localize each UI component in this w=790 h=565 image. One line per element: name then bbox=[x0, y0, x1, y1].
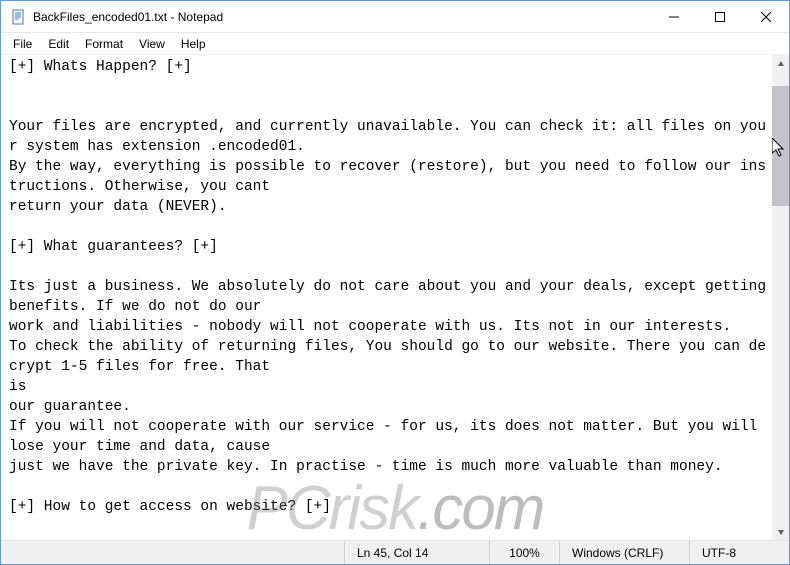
menu-file[interactable]: File bbox=[5, 35, 40, 53]
status-encoding: UTF-8 bbox=[689, 541, 789, 564]
scrollbar-thumb[interactable] bbox=[772, 86, 789, 206]
menu-help[interactable]: Help bbox=[173, 35, 214, 53]
minimize-button[interactable] bbox=[651, 1, 697, 33]
notepad-window: BackFiles_encoded01.txt - Notepad File E… bbox=[0, 0, 790, 565]
scroll-down-button[interactable] bbox=[772, 523, 789, 540]
scroll-up-button[interactable] bbox=[772, 55, 789, 72]
text-content[interactable]: [+] Whats Happen? [+] Your files are enc… bbox=[1, 55, 772, 540]
maximize-button[interactable] bbox=[697, 1, 743, 33]
status-zoom: 100% bbox=[489, 541, 559, 564]
status-lineending: Windows (CRLF) bbox=[559, 541, 689, 564]
close-button[interactable] bbox=[743, 1, 789, 33]
vertical-scrollbar[interactable] bbox=[772, 55, 789, 540]
menu-view[interactable]: View bbox=[131, 35, 173, 53]
menu-format[interactable]: Format bbox=[77, 35, 131, 53]
editor-area: [+] Whats Happen? [+] Your files are enc… bbox=[1, 55, 789, 540]
titlebar[interactable]: BackFiles_encoded01.txt - Notepad bbox=[1, 1, 789, 33]
menubar: File Edit Format View Help bbox=[1, 33, 789, 55]
scrollbar-track[interactable] bbox=[772, 72, 789, 523]
statusbar: Ln 45, Col 14 100% Windows (CRLF) UTF-8 bbox=[1, 540, 789, 564]
notepad-icon bbox=[11, 9, 27, 25]
status-position: Ln 45, Col 14 bbox=[344, 541, 489, 564]
window-title: BackFiles_encoded01.txt - Notepad bbox=[33, 10, 651, 24]
menu-edit[interactable]: Edit bbox=[40, 35, 77, 53]
